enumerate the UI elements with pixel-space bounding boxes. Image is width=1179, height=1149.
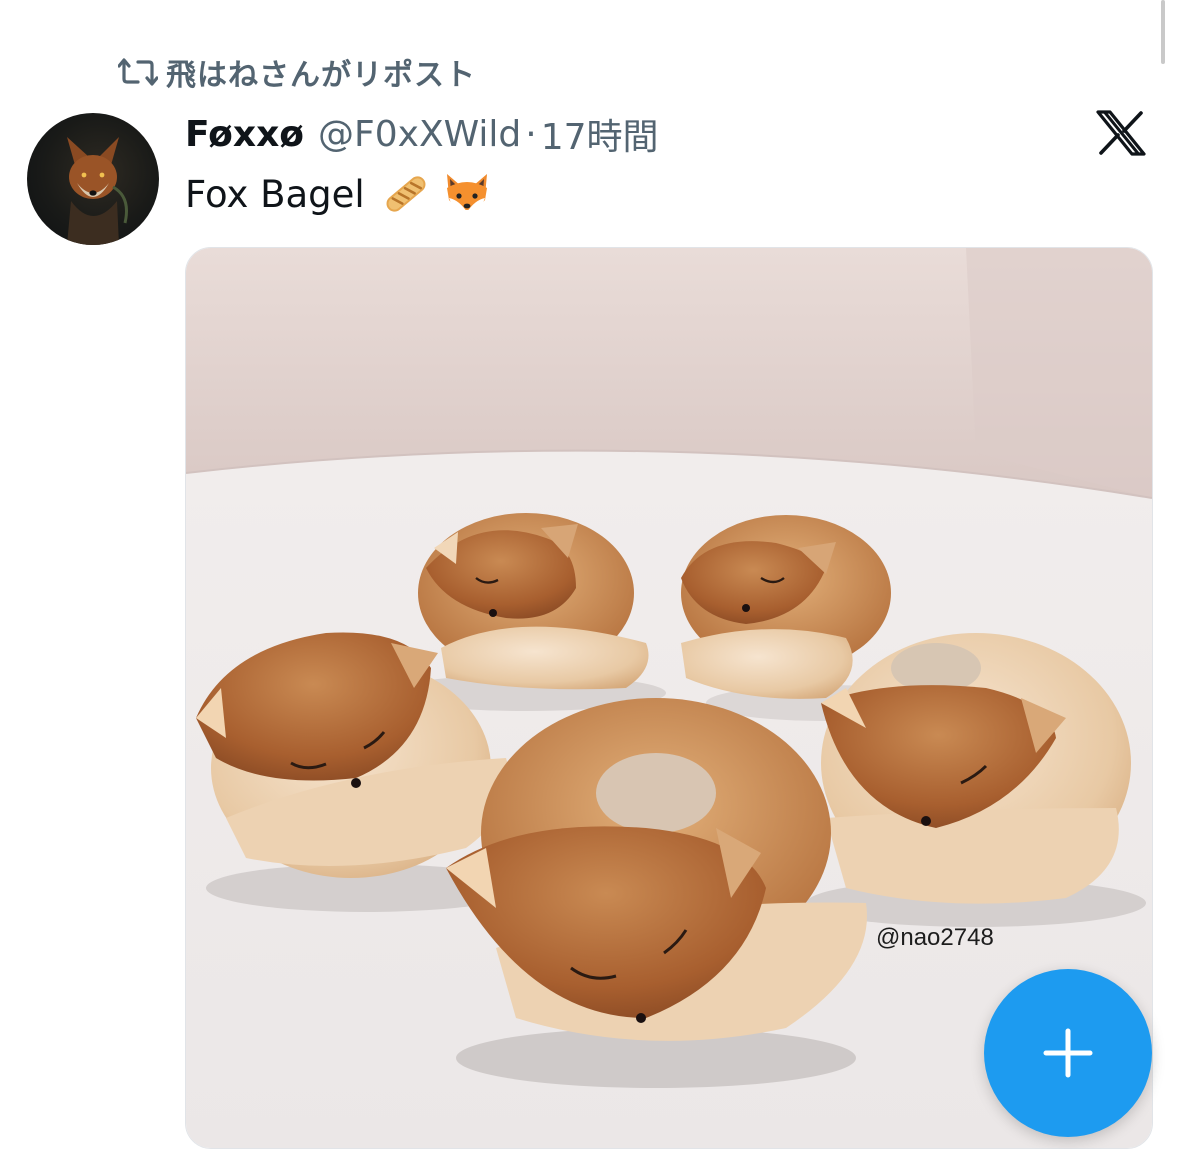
repost-icon xyxy=(118,50,166,94)
x-logo[interactable] xyxy=(1096,110,1146,160)
display-name[interactable]: Føxxø xyxy=(185,114,304,155)
tweet-text: Fox Bagel xyxy=(185,166,493,222)
baguette-emoji xyxy=(381,169,431,219)
repost-context[interactable]: 飛はねさんがリポスト xyxy=(118,50,476,94)
tweet-header: Føxxø @F0xXWild · 17時間 xyxy=(185,108,659,160)
user-handle[interactable]: @F0xXWild xyxy=(318,114,521,155)
plus-icon xyxy=(1043,1028,1093,1078)
fox-avatar-image xyxy=(67,137,128,245)
fox-face-emoji xyxy=(441,170,493,218)
avatar[interactable] xyxy=(27,113,159,245)
timestamp[interactable]: 17時間 xyxy=(541,108,659,160)
photo-watermark: @nao2748 xyxy=(876,924,994,951)
tweet-text-content: Fox Bagel xyxy=(185,172,365,216)
compose-button[interactable] xyxy=(984,969,1152,1137)
repost-label: 飛はねさんがリポスト xyxy=(166,58,476,93)
separator-dot: · xyxy=(525,113,537,155)
scrollbar[interactable] xyxy=(1161,0,1165,64)
